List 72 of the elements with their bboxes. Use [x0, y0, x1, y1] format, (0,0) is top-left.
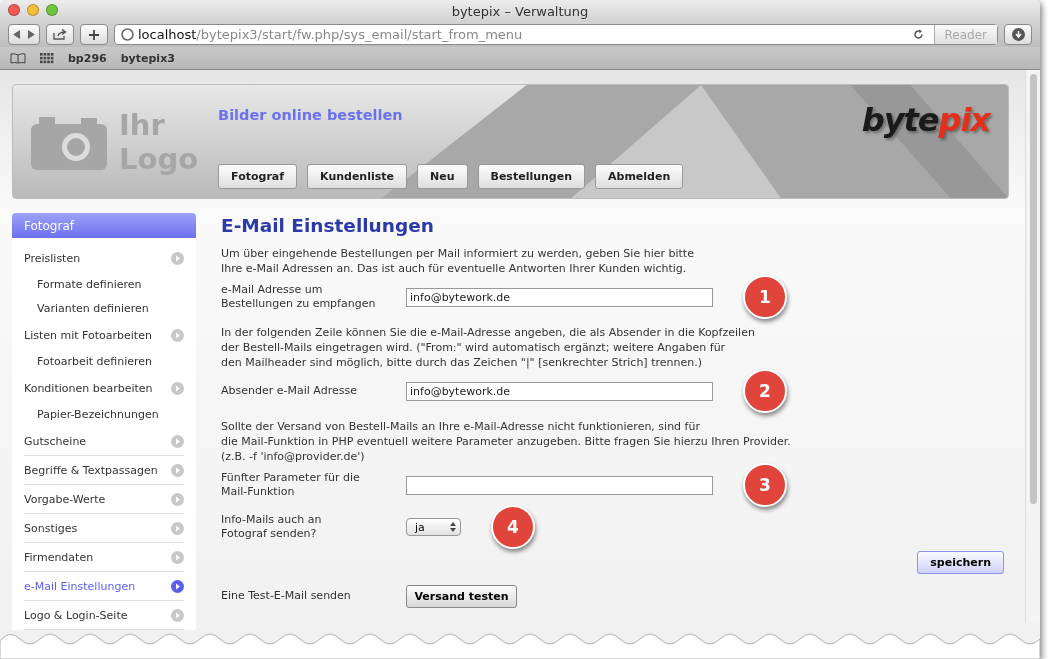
reload-icon[interactable]: [912, 29, 924, 40]
address-field[interactable]: localhost/bytepix3/start/fw.php/sys_email/start_from_menu Reader: [114, 24, 998, 45]
number-badge: 2: [743, 369, 787, 413]
globe-icon: [121, 28, 134, 41]
number-badge: 4: [491, 505, 535, 549]
menu-item[interactable]: Konditionen bearbeiten: [24, 374, 184, 403]
bookmark-link[interactable]: bp296: [68, 51, 107, 65]
arrow-circle-icon: [171, 492, 184, 506]
arrow-circle-icon: [171, 550, 184, 564]
menu-item[interactable]: Logo & Login-Seite: [24, 601, 184, 630]
arrow-circle-icon: [171, 251, 184, 265]
page-title: E-Mail Einstellungen: [221, 215, 435, 236]
nav-button[interactable]: Kundenliste: [307, 164, 407, 189]
submenu-item[interactable]: Papier-Bezeichnungen: [24, 407, 184, 423]
bookmark-link[interactable]: bytepix3: [120, 51, 175, 65]
submenu-item[interactable]: Formate definieren: [24, 277, 184, 293]
menu-item[interactable]: Listen mit Fotoarbeiten: [24, 321, 184, 350]
input-field[interactable]: info@bytework.de: [406, 287, 713, 307]
back-forward-button[interactable]: [8, 24, 40, 45]
test-send-button[interactable]: Versand testen: [406, 584, 517, 608]
info-text: In der folgenden Zeile können Sie die e-Mail-Adresse angeben, die als Absender in die Kopfzeilen der Bestell-Mails eingetragen wird. ("From:" wird automatisch ergänzt; weitere Angaben für den Mailheader sind möglich, bitte durch das Zeichen "|" [senkrechter Strich] trennen.): [221, 325, 756, 370]
menu-item[interactable]: e-Mail Einstellungen: [24, 572, 184, 601]
nav-button[interactable]: Bestellungen: [477, 164, 585, 189]
download-icon: [1011, 28, 1025, 41]
menu-item[interactable]: Begriffe & Textpassagen: [24, 456, 184, 485]
field-label: e-Mail Adresse um Bestellungen zu empfangen: [221, 283, 377, 311]
select-field[interactable]: ja: [406, 518, 461, 536]
info-text: Um über eingehende Bestellungen per Mail informiert zu werden, geben Sie hier bitte Ihre e-Mail Adressen an. Das ist auch für eventuelle Antworten Ihrer Kunden wichtig.: [221, 246, 695, 276]
nav-button[interactable]: Neu: [417, 164, 468, 189]
input-field[interactable]: info@bytework.de: [406, 381, 713, 401]
zoom-icon[interactable]: [46, 4, 58, 16]
arrow-circle-icon: [171, 579, 184, 593]
grid-icon[interactable]: [40, 52, 54, 64]
add-button[interactable]: [80, 24, 108, 45]
arrow-circle-icon: [171, 381, 184, 395]
brand-logo: bytepix: [861, 101, 990, 139]
field-label: Absender e-Mail Adresse: [221, 384, 358, 398]
submenu-item[interactable]: Varianten definieren: [24, 301, 184, 317]
field-label: Fünfter Parameter für die Mail-Funktion: [221, 471, 361, 499]
menu-item[interactable]: Gutscheine: [24, 427, 184, 456]
menu-item[interactable]: Sonstiges: [24, 514, 184, 543]
submenu-item[interactable]: Fotoarbeit definieren: [24, 354, 184, 370]
arrow-circle-icon: [171, 521, 184, 535]
input-field[interactable]: [406, 475, 713, 495]
tagline: Bilder online bestellen: [218, 107, 404, 123]
info-text: Sollte der Versand von Bestell-Mails an Ihre e-Mail-Adresse nicht funktionieren, sind für die Mail-Funktion in PHP eventuell weitere Parameter anzugeben. Bitte fragen Sie hierzu Ihren Provider. (z.B. -f 'info@provider.de'): [221, 419, 792, 464]
arrow-circle-icon: [171, 328, 184, 342]
menu-item[interactable]: Preislisten: [24, 244, 184, 273]
nav-button[interactable]: Fotograf: [218, 164, 298, 189]
stepper-icon: [450, 522, 456, 532]
sidebar-title: Fotograf: [12, 213, 196, 238]
save-button[interactable]: speichern: [917, 551, 1004, 574]
nav-button[interactable]: Abmelden: [595, 164, 684, 189]
menu-item[interactable]: Vorgabe-Werte: [24, 485, 184, 514]
field-label: Info-Mails auch an Fotograf senden?: [221, 513, 323, 541]
download-button[interactable]: [1004, 24, 1032, 45]
menu-item[interactable]: Firmendaten: [24, 543, 184, 572]
window-title: bytepix – Verwaltung: [450, 3, 590, 19]
scrollbar[interactable]: [1025, 70, 1040, 623]
arrow-circle-icon: [171, 434, 184, 448]
number-badge: 3: [743, 463, 787, 507]
arrow-circle-icon: [171, 608, 184, 622]
book-icon[interactable]: [10, 52, 26, 64]
plus-icon: [89, 29, 99, 40]
back-forward-icon: [13, 30, 35, 39]
number-badge: 1: [743, 275, 787, 319]
share-button[interactable]: [46, 24, 74, 45]
close-icon[interactable]: [8, 4, 20, 16]
arrow-circle-icon: [171, 463, 184, 477]
field-label: Eine Test-E-Mail senden: [221, 589, 352, 603]
url-text: localhost/bytepix3/start/fw.php/sys_email/start_from_menu: [138, 27, 523, 42]
share-icon: [53, 29, 67, 40]
